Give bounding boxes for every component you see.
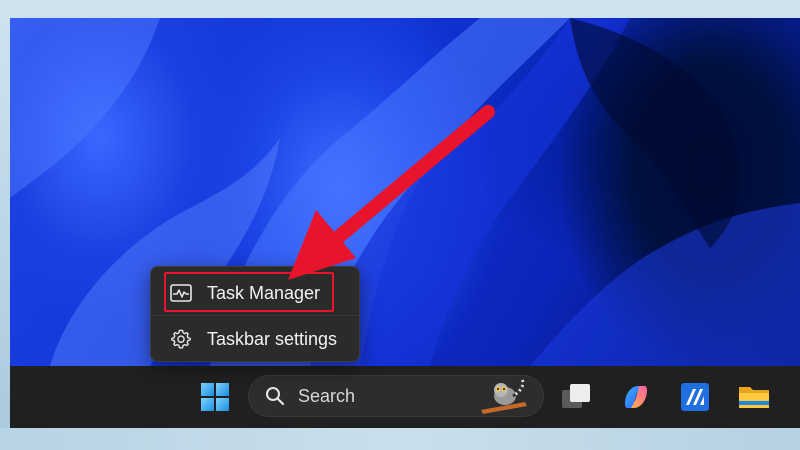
microsoft-store-button[interactable]	[677, 379, 713, 415]
search-label: Search	[298, 385, 356, 406]
file-explorer-button[interactable]	[736, 379, 772, 415]
wallpaper-swirl	[10, 18, 800, 366]
copilot-button[interactable]	[618, 379, 654, 415]
menu-item-label: Taskbar settings	[207, 328, 338, 349]
windows-start-button[interactable]	[197, 379, 233, 415]
wallpaper-frame	[0, 428, 800, 450]
menu-item-task-manager[interactable]: Task Manager	[151, 271, 359, 315]
menu-item-taskbar-settings[interactable]: Taskbar settings	[151, 317, 359, 361]
task-view-button[interactable]	[558, 379, 594, 415]
menu-divider	[151, 315, 359, 316]
task-view-icon	[562, 384, 590, 408]
copilot-icon	[625, 386, 647, 408]
microsoft-store-icon	[681, 383, 709, 411]
task-manager-icon	[169, 281, 193, 305]
search-icon	[264, 385, 286, 407]
lemur-illustration	[481, 376, 527, 414]
file-explorer-icon	[739, 387, 769, 408]
windows-start-icon	[201, 383, 229, 411]
desktop-wallpaper	[10, 18, 800, 366]
taskbar-search-box[interactable]: Search	[248, 375, 544, 417]
gear-icon	[169, 327, 193, 351]
menu-item-label: Task Manager	[207, 282, 321, 303]
taskbar-context-menu: Task Manager Taskbar settings	[150, 266, 360, 362]
